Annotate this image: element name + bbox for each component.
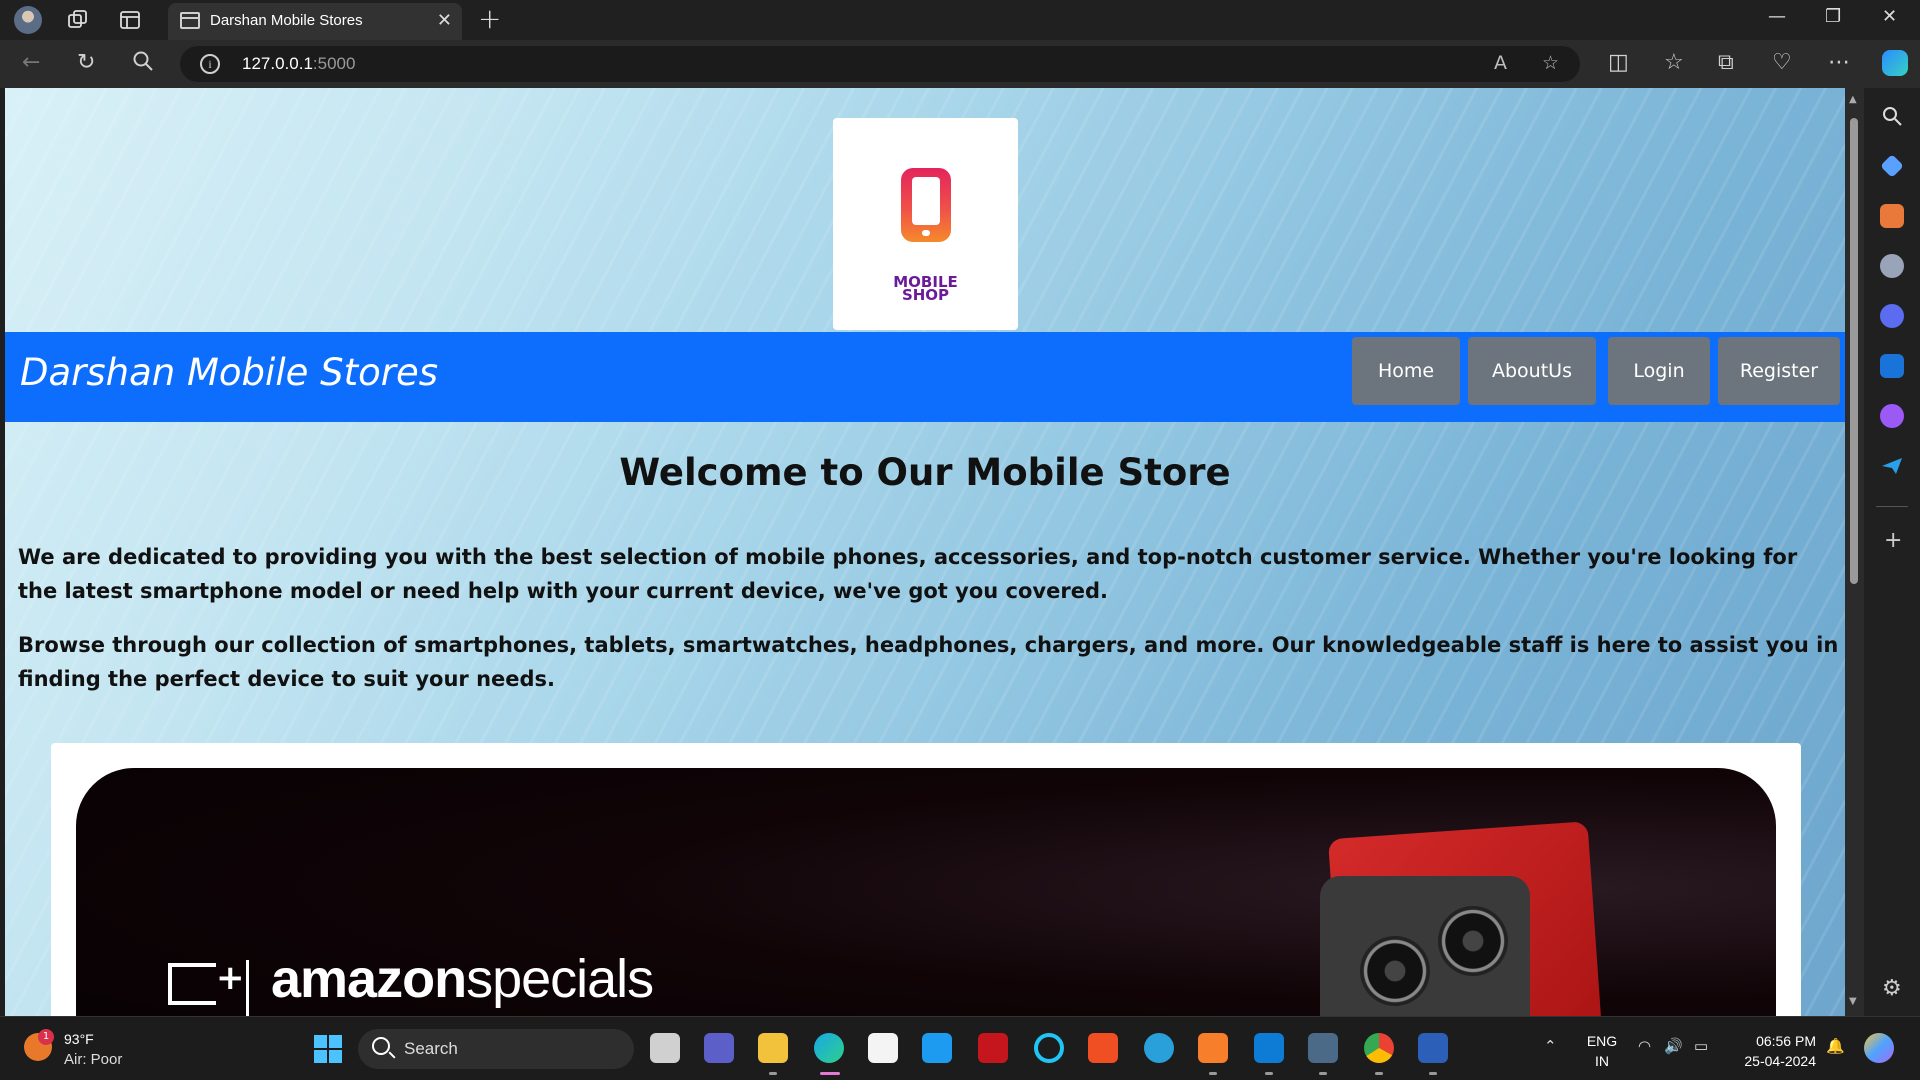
edge-sidebar: + ⚙ [1864, 88, 1920, 1016]
browser-toolbar: ← ↻ i 127.0.0.1:5000 A ☆ ◫ ☆ ⧉ ♡ ⋯ [0, 40, 1920, 88]
sidebar-settings-icon[interactable]: ⚙ [1882, 976, 1902, 1001]
refresh-icon[interactable]: ↻ [77, 50, 95, 75]
logo-text-line2: SHOP [901, 286, 950, 304]
scroll-up-icon[interactable]: ▲ [1849, 94, 1857, 105]
shopping-tag-icon[interactable] [1880, 154, 1904, 178]
games-icon[interactable] [1880, 254, 1904, 278]
close-icon[interactable]: ✕ [437, 10, 452, 31]
url-text[interactable]: 127.0.0.1:5000 [242, 54, 355, 74]
favorite-star-icon[interactable]: ☆ [1542, 52, 1559, 74]
clock[interactable]: 06:56 PM 25-04-2024 [1738, 1031, 1816, 1071]
maximize-icon[interactable]: ❐ [1825, 6, 1841, 27]
edge-icon[interactable] [814, 1033, 844, 1063]
nav-aboutus-button[interactable]: AboutUs [1468, 337, 1596, 405]
vscode-icon[interactable] [1254, 1033, 1284, 1063]
windows-taskbar: 1 93°F Air: Poor Search ⌃ ENG IN ◠ 🔊 ▭ 06… [0, 1016, 1920, 1080]
notification-bell-icon[interactable]: 🔔 [1826, 1037, 1845, 1055]
browser-essentials-icon[interactable]: ♡ [1772, 50, 1792, 75]
back-icon[interactable]: ← [22, 50, 40, 75]
wifi-icon[interactable]: ◠ [1638, 1037, 1651, 1055]
language-indicator[interactable]: ENG IN [1584, 1031, 1620, 1071]
profile-avatar[interactable] [14, 6, 42, 34]
mysql-workbench-icon[interactable] [1308, 1033, 1338, 1063]
web-page: MOBILE SHOP Darshan Mobile Stores Home A… [5, 88, 1845, 1016]
outlook-icon[interactable] [1880, 354, 1904, 378]
phone-logo-icon [901, 168, 951, 242]
search-icon [372, 1037, 390, 1055]
site-navbar: Darshan Mobile Stores Home AboutUs Login… [5, 332, 1845, 422]
close-window-icon[interactable]: ✕ [1882, 6, 1897, 27]
search-icon[interactable] [132, 50, 154, 78]
volume-icon[interactable]: 🔊 [1664, 1037, 1683, 1055]
task-view-icon[interactable] [650, 1033, 680, 1063]
word-icon[interactable] [1418, 1033, 1448, 1063]
tab-title: Darshan Mobile Stores [210, 12, 363, 29]
scroll-thumb[interactable] [1850, 118, 1858, 584]
store-icon[interactable] [868, 1033, 898, 1063]
collection-paragraph: Browse through our collection of smartph… [18, 633, 1839, 691]
telegram-icon[interactable] [1144, 1033, 1174, 1063]
vertical-tabs-icon[interactable] [118, 8, 142, 32]
banner-divider [246, 960, 249, 1016]
teams-icon[interactable] [704, 1033, 734, 1063]
favorites-icon[interactable]: ☆ [1664, 50, 1684, 75]
start-button[interactable] [314, 1035, 342, 1063]
taskbar-search[interactable]: Search [358, 1029, 634, 1069]
l-app-icon[interactable] [922, 1033, 952, 1063]
page-scrollbar[interactable]: ▲ ▼ [1845, 88, 1864, 1016]
promo-card: + amazonspecials [51, 743, 1801, 1016]
tools-icon[interactable] [1880, 204, 1904, 228]
mcafee-icon[interactable] [978, 1033, 1008, 1063]
sidebar-search-icon[interactable] [1880, 104, 1904, 128]
site-logo: MOBILE SHOP [833, 118, 1018, 330]
minimize-icon[interactable]: — [1768, 6, 1786, 27]
browser-tab[interactable]: Darshan Mobile Stores ✕ [168, 3, 462, 40]
address-bar[interactable]: i 127.0.0.1:5000 A ☆ [180, 46, 1580, 82]
cortana-icon[interactable] [1034, 1033, 1064, 1063]
new-tab-icon[interactable]: + [478, 2, 501, 35]
promo-banner[interactable]: + amazonspecials [76, 768, 1776, 1016]
send-icon[interactable] [1880, 454, 1904, 478]
copilot-icon[interactable] [1882, 50, 1908, 76]
tray-chevron-icon[interactable]: ⌃ [1544, 1037, 1557, 1055]
more-icon[interactable]: ⋯ [1828, 50, 1850, 75]
xampp-icon[interactable] [1198, 1033, 1228, 1063]
tab-favicon [180, 12, 200, 29]
sidebar-divider [1876, 506, 1908, 507]
brand-title[interactable]: Darshan Mobile Stores [20, 351, 438, 394]
scroll-down-icon[interactable]: ▼ [1849, 996, 1857, 1007]
nav-home-button[interactable]: Home [1352, 337, 1460, 405]
read-aloud-icon[interactable]: A [1494, 52, 1507, 74]
sidebar-add-icon[interactable]: + [1884, 528, 1902, 553]
browser-title-bar: Darshan Mobile Stores ✕ + — ❐ ✕ [0, 0, 1920, 40]
split-screen-icon[interactable]: ◫ [1608, 50, 1629, 75]
copilot-taskbar-icon[interactable] [1864, 1033, 1894, 1063]
weather-temp[interactable]: 93°F [64, 1031, 94, 1047]
page-heading: Welcome to Our Mobile Store [619, 451, 1231, 494]
nav-register-button[interactable]: Register [1718, 337, 1840, 405]
collections-icon[interactable]: ⧉ [1718, 50, 1734, 75]
nav-login-button[interactable]: Login [1608, 337, 1710, 405]
brave-icon[interactable] [1088, 1033, 1118, 1063]
oneplus-plus-mark: + [216, 958, 245, 998]
search-label: Search [404, 1039, 458, 1058]
file-explorer-icon[interactable] [758, 1033, 788, 1063]
workspaces-icon[interactable] [66, 8, 90, 32]
phone-product-image [1306, 821, 1605, 1016]
info-icon[interactable]: i [200, 54, 220, 74]
weather-desc[interactable]: Air: Poor [64, 1051, 122, 1068]
banner-amazon-specials: amazonspecials [271, 949, 654, 1009]
chrome-icon[interactable] [1364, 1033, 1394, 1063]
copilot-app-icon[interactable] [1880, 304, 1904, 328]
intro-paragraph: We are dedicated to providing you with t… [18, 545, 1798, 603]
oneplus-logo [168, 963, 216, 1005]
battery-icon[interactable]: ▭ [1694, 1037, 1708, 1055]
designer-icon[interactable] [1880, 404, 1904, 428]
weather-badge: 1 [38, 1029, 54, 1045]
